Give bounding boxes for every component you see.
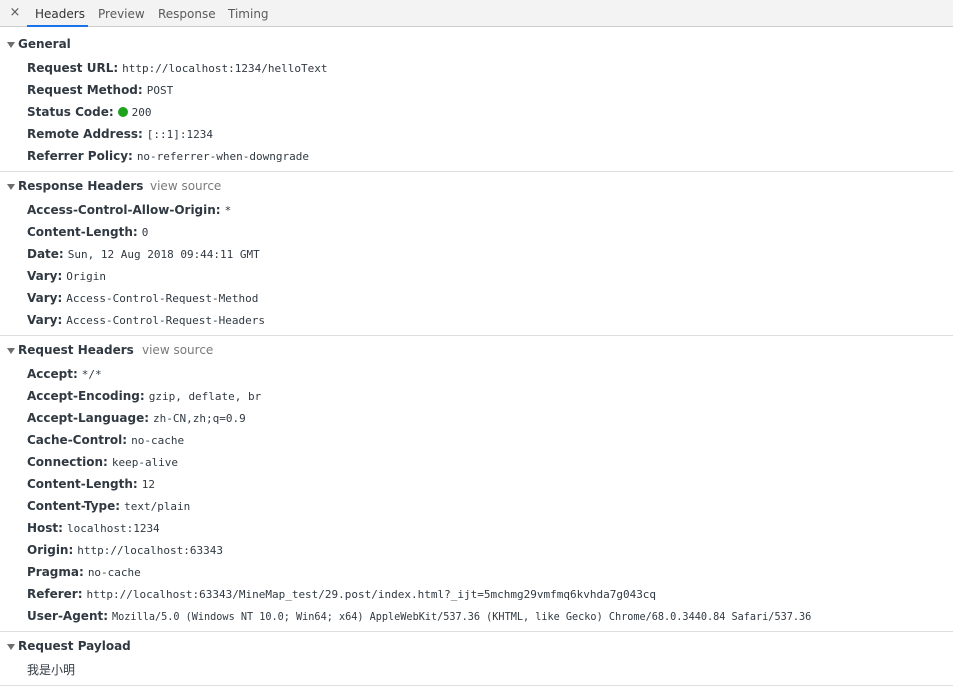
header-value: * <box>224 204 232 217</box>
general-row-request-url: Request URL: http://localhost:1234/helloT… <box>27 60 327 76</box>
header-key: Content-Type: <box>27 499 121 513</box>
section-divider <box>0 171 953 172</box>
header-key: Host: <box>27 521 63 535</box>
header-key: Vary: <box>27 291 63 305</box>
section-title-request-headers: Request Headers <box>18 343 134 357</box>
header-value: 200 <box>131 106 152 119</box>
request-header-row: Origin: http://localhost:63343 <box>27 542 223 558</box>
header-value: Sun, 12 Aug 2018 09:44:11 GMT <box>67 248 260 261</box>
header-value: no-cache <box>87 566 141 579</box>
response-header-row: Access-Control-Allow-Origin: * <box>27 202 231 218</box>
header-value: no-cache <box>131 434 185 447</box>
request-header-row: Host: localhost:1234 <box>27 520 160 536</box>
request-headers-view-source-link[interactable]: view source <box>142 342 213 358</box>
active-tab-indicator <box>27 25 88 27</box>
header-value: [::1]:1234 <box>146 128 214 141</box>
header-key: Remote Address: <box>27 127 143 141</box>
response-header-row: Vary: Origin <box>27 268 106 284</box>
request-header-row: Accept-Encoding: gzip, deflate, br <box>27 388 261 404</box>
status-ok-dot-icon <box>117 107 128 117</box>
request-header-row: Referer: http://localhost:63343/MineMap_t… <box>27 586 656 602</box>
tab-response[interactable]: Response <box>158 0 216 26</box>
tab-preview[interactable]: Preview <box>98 0 145 26</box>
general-row-status-code: Status Code: 200 <box>27 104 152 120</box>
header-value: http://localhost:63343/MineMap_test/29.p… <box>86 588 657 601</box>
header-key: User-Agent: <box>27 609 109 623</box>
request-header-row: Content-Length: 12 <box>27 476 155 492</box>
header-value: 0 <box>141 226 149 239</box>
header-value: Access-Control-Request-Headers <box>66 314 265 327</box>
header-key: Pragma: <box>27 565 84 579</box>
header-key: Access-Control-Allow-Origin: <box>27 203 221 217</box>
request-payload-body: 我是小明 <box>27 663 76 677</box>
header-value: Access-Control-Request-Method <box>66 292 259 305</box>
section-divider <box>0 685 953 686</box>
header-key: Connection: <box>27 455 108 469</box>
header-key: Date: <box>27 247 64 261</box>
collapse-triangle-icon <box>7 347 15 354</box>
response-header-row: Content-Length: 0 <box>27 224 148 240</box>
section-divider <box>0 335 953 336</box>
tab-timing[interactable]: Timing <box>228 0 269 26</box>
request-header-row: Connection: keep-alive <box>27 454 178 470</box>
header-value: gzip, deflate, br <box>148 390 262 403</box>
section-title-request-payload: Request Payload <box>18 639 131 653</box>
section-toggle-request-payload[interactable]: Request Payload <box>7 638 131 654</box>
header-key: Request URL: <box>27 61 119 75</box>
section-divider <box>0 631 953 632</box>
header-key: Status Code: <box>27 105 114 119</box>
request-header-row: User-Agent: Mozilla/5.0 (Windows NT 10.0;… <box>27 608 811 624</box>
close-icon[interactable]: × <box>9 5 21 21</box>
header-key: Request Method: <box>27 83 143 97</box>
header-value: 12 <box>141 478 155 491</box>
header-key: Cache-Control: <box>27 433 128 447</box>
section-title-general: General <box>18 37 71 51</box>
header-key: Content-Length: <box>27 225 138 239</box>
header-key: Accept-Encoding: <box>27 389 145 403</box>
header-value: no-referrer-when-downgrade <box>136 150 309 163</box>
header-value: http://localhost:63343 <box>77 544 223 557</box>
header-key: Vary: <box>27 269 63 283</box>
general-row-referrer-policy: Referrer Policy: no-referrer-when-downgra… <box>27 148 309 164</box>
header-value: keep-alive <box>111 456 179 469</box>
collapse-triangle-icon <box>7 41 15 48</box>
response-headers-view-source-link[interactable]: view source <box>150 178 221 194</box>
header-value: */* <box>81 368 102 381</box>
request-header-row: Accept-Language: zh-CN,zh;q=0.9 <box>27 410 246 426</box>
collapse-triangle-icon <box>7 183 15 190</box>
section-toggle-response-headers[interactable]: Response Headers <box>7 178 143 194</box>
tab-bar: × Headers Preview Response Timing <box>0 0 953 27</box>
response-header-row: Vary: Access-Control-Request-Method <box>27 290 258 306</box>
section-title-response-headers: Response Headers <box>18 179 144 193</box>
tab-headers[interactable]: Headers <box>35 0 85 26</box>
header-value: Origin <box>66 270 107 283</box>
header-key: Vary: <box>27 313 63 327</box>
header-key: Content-Length: <box>27 477 138 491</box>
general-row-remote-address: Remote Address: [::1]:1234 <box>27 126 213 142</box>
header-key: Referer: <box>27 587 83 601</box>
header-value: zh-CN,zh;q=0.9 <box>153 412 246 425</box>
collapse-triangle-icon <box>7 643 15 650</box>
header-value: text/plain <box>124 500 191 513</box>
header-value: localhost:1234 <box>66 522 160 535</box>
header-value: POST <box>146 84 174 97</box>
header-key: Origin: <box>27 543 74 557</box>
request-header-row: Cache-Control: no-cache <box>27 432 184 448</box>
header-key: Accept-Language: <box>27 411 150 425</box>
response-header-row: Vary: Access-Control-Request-Headers <box>27 312 265 328</box>
general-row-request-method: Request Method: POST <box>27 82 173 98</box>
header-key: Accept: <box>27 367 78 381</box>
request-header-row: Content-Type: text/plain <box>27 498 190 514</box>
request-header-row: Accept: */* <box>27 366 102 382</box>
header-key: Referrer Policy: <box>27 149 133 163</box>
response-header-row: Date: Sun, 12 Aug 2018 09:44:11 GMT <box>27 246 260 262</box>
section-toggle-request-headers[interactable]: Request Headers <box>7 342 134 358</box>
header-value: http://localhost:1234/helloText <box>122 62 328 75</box>
header-value: Mozilla/5.0 (Windows NT 10.0; Win64; x64… <box>112 612 812 623</box>
section-toggle-general[interactable]: General <box>7 36 71 52</box>
request-header-row: Pragma: no-cache <box>27 564 141 580</box>
